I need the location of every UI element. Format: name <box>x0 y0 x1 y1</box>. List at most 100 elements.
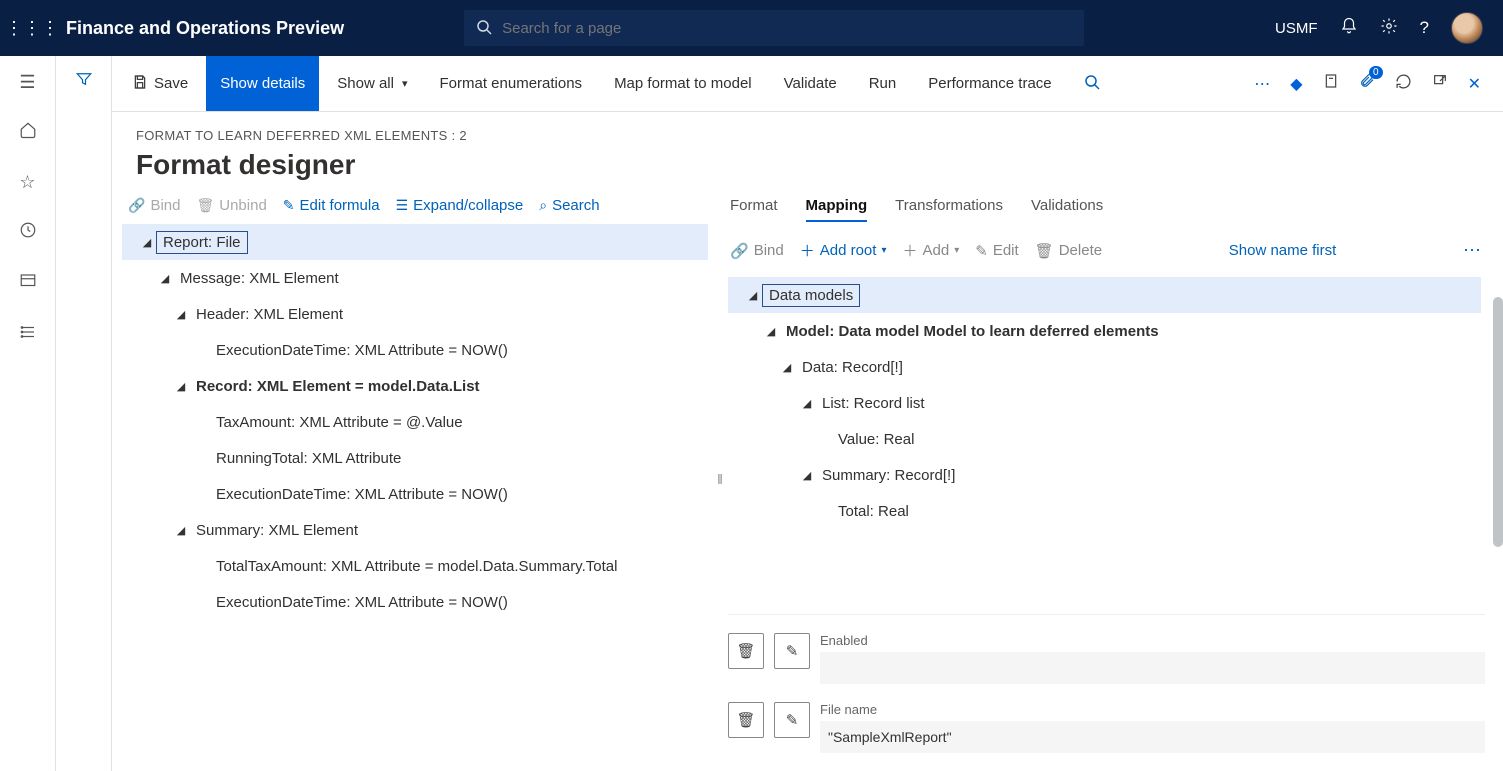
validate-button[interactable]: Validate <box>770 56 851 111</box>
property-pane: 🗑 ✎ Enabled 🗑 ✎ File name <box>728 614 1485 771</box>
dataverse-icon[interactable]: ◆ <box>1290 74 1302 94</box>
prop-enabled-delete[interactable]: 🗑 <box>728 633 764 669</box>
more-icon[interactable]: ⋯ <box>1254 74 1270 94</box>
office-icon[interactable] <box>1323 72 1339 95</box>
plus-icon: ＋ <box>800 240 815 261</box>
tab-validations[interactable]: Validations <box>1031 197 1103 222</box>
search-icon <box>476 19 492 38</box>
attach-button[interactable]: 0 <box>1359 72 1375 95</box>
link-icon: 🔗 <box>128 197 145 214</box>
performance-trace-button[interactable]: Performance trace <box>914 56 1065 111</box>
link-icon: 🔗 <box>730 242 749 260</box>
show-all-button[interactable]: Show all ▾ <box>323 56 421 111</box>
home-icon[interactable] <box>19 121 37 144</box>
company-code[interactable]: USMF <box>1275 20 1318 37</box>
prop-enabled-label: Enabled <box>820 633 1485 648</box>
search-input[interactable] <box>502 20 1072 37</box>
trash-icon: 🗑 <box>1035 242 1054 260</box>
recent-icon[interactable] <box>19 221 37 244</box>
trash-icon: 🗑 <box>196 197 214 214</box>
r-bind-button[interactable]: 🔗Bind <box>730 242 784 260</box>
chevron-down-icon: ▾ <box>881 245 886 256</box>
hamburger-icon[interactable]: ☰ <box>19 72 35 93</box>
unbind-button[interactable]: 🗑Unbind <box>196 197 266 214</box>
pencil-icon: ✎ <box>975 242 988 260</box>
search-icon: ⌕ <box>539 197 547 214</box>
more-icon[interactable]: ⋯ <box>1463 240 1483 261</box>
map-format-button[interactable]: Map format to model <box>600 56 766 111</box>
model-node-list[interactable]: ◢List: Record list <box>728 385 1481 421</box>
tree-node-record-exec[interactable]: ExecutionDateTime: XML Attribute = NOW() <box>122 476 708 512</box>
save-button[interactable]: Save <box>118 56 202 111</box>
model-node-summary[interactable]: ◢Summary: Record[!] <box>728 457 1481 493</box>
model-tree: ◢Data models ◢Model: Data model Model to… <box>728 277 1485 594</box>
prop-filename-edit[interactable]: ✎ <box>774 702 810 738</box>
model-node-data[interactable]: ◢Data: Record[!] <box>728 349 1481 385</box>
help-icon[interactable]: ? <box>1420 18 1429 38</box>
add-button[interactable]: ＋Add▾ <box>902 240 959 261</box>
app-title: Finance and Operations Preview <box>56 18 344 39</box>
bind-button[interactable]: 🔗Bind <box>128 197 180 214</box>
prop-enabled-edit[interactable]: ✎ <box>774 633 810 669</box>
tree-node-message[interactable]: ◢Message: XML Element <box>122 260 708 296</box>
tab-transformations[interactable]: Transformations <box>895 197 1003 222</box>
waffle-icon[interactable]: ⋮⋮⋮ <box>8 18 56 39</box>
tree-node-tax[interactable]: TaxAmount: XML Attribute = @.Value <box>122 404 708 440</box>
popout-icon[interactable] <box>1432 73 1448 94</box>
avatar[interactable] <box>1451 12 1483 44</box>
attach-count: 0 <box>1369 66 1383 79</box>
prop-enabled-input[interactable] <box>820 652 1485 684</box>
filter-icon[interactable] <box>75 70 93 771</box>
tree-node-report[interactable]: ◢Report: File <box>122 224 708 260</box>
show-name-first-button[interactable]: Show name first <box>1229 242 1337 259</box>
find-button[interactable] <box>1070 56 1114 111</box>
tree-node-summary-exec[interactable]: ExecutionDateTime: XML Attribute = NOW() <box>122 584 708 620</box>
format-tree: ◢Report: File ◢Message: XML Element ◢Hea… <box>122 224 712 771</box>
modules-icon[interactable] <box>19 323 37 346</box>
bell-icon[interactable] <box>1340 17 1358 40</box>
close-icon[interactable]: ✕ <box>1468 74 1481 94</box>
tree-search-button[interactable]: ⌕Search <box>539 197 599 214</box>
command-bar: Save Show details Show all ▾ Format enum… <box>112 56 1503 112</box>
scrollbar[interactable] <box>1493 297 1503 547</box>
refresh-icon[interactable] <box>1395 73 1412 95</box>
add-root-button[interactable]: ＋Add root▾ <box>800 240 887 261</box>
tree-node-record[interactable]: ◢Record: XML Element = model.Data.List <box>122 368 708 404</box>
expand-collapse-button[interactable]: ☰Expand/collapse <box>396 197 524 214</box>
filter-column <box>56 56 112 771</box>
run-button[interactable]: Run <box>855 56 911 111</box>
prop-filename-delete[interactable]: 🗑 <box>728 702 764 738</box>
right-tabs: Format Mapping Transformations Validatio… <box>728 187 1485 230</box>
top-navbar: ⋮⋮⋮ Finance and Operations Preview USMF … <box>0 0 1503 56</box>
tab-format[interactable]: Format <box>730 197 778 222</box>
tab-mapping[interactable]: Mapping <box>806 197 868 222</box>
chevron-down-icon: ▾ <box>402 77 408 90</box>
left-toolbar: 🔗Bind 🗑Unbind ✎Edit formula ☰Expand/coll… <box>122 187 712 224</box>
tree-node-running[interactable]: RunningTotal: XML Attribute <box>122 440 708 476</box>
model-node-value[interactable]: Value: Real <box>728 421 1481 457</box>
tree-node-total[interactable]: TotalTaxAmount: XML Attribute = model.Da… <box>122 548 708 584</box>
model-node-root[interactable]: ◢Data models <box>728 277 1481 313</box>
breadcrumb: FORMAT TO LEARN DEFERRED XML ELEMENTS : … <box>136 128 1479 143</box>
edit-button[interactable]: ✎Edit <box>975 242 1018 260</box>
chevron-down-icon: ▾ <box>954 245 959 256</box>
model-node-model[interactable]: ◢Model: Data model Model to learn deferr… <box>728 313 1481 349</box>
show-details-button[interactable]: Show details <box>206 56 319 111</box>
gear-icon[interactable] <box>1380 17 1398 40</box>
splitter[interactable]: ‖ <box>712 187 728 771</box>
format-enumerations-button[interactable]: Format enumerations <box>426 56 597 111</box>
tree-node-header-exec[interactable]: ExecutionDateTime: XML Attribute = NOW() <box>122 332 708 368</box>
tree-node-summary[interactable]: ◢Summary: XML Element <box>122 512 708 548</box>
tree-node-header[interactable]: ◢Header: XML Element <box>122 296 708 332</box>
right-toolbar: 🔗Bind ＋Add root▾ ＋Add▾ ✎Edit 🗑Delete Sho… <box>728 230 1485 271</box>
delete-button[interactable]: 🗑Delete <box>1035 242 1102 260</box>
search-icon <box>1084 74 1100 94</box>
edit-formula-button[interactable]: ✎Edit formula <box>283 197 380 214</box>
prop-filename-input[interactable] <box>820 721 1485 753</box>
global-search[interactable] <box>464 10 1084 46</box>
model-node-total[interactable]: Total: Real <box>728 493 1481 529</box>
save-icon <box>132 74 148 94</box>
star-icon[interactable]: ☆ <box>19 172 35 193</box>
nav-rail: ☰ ☆ <box>0 56 56 771</box>
workspace-icon[interactable] <box>19 272 37 295</box>
